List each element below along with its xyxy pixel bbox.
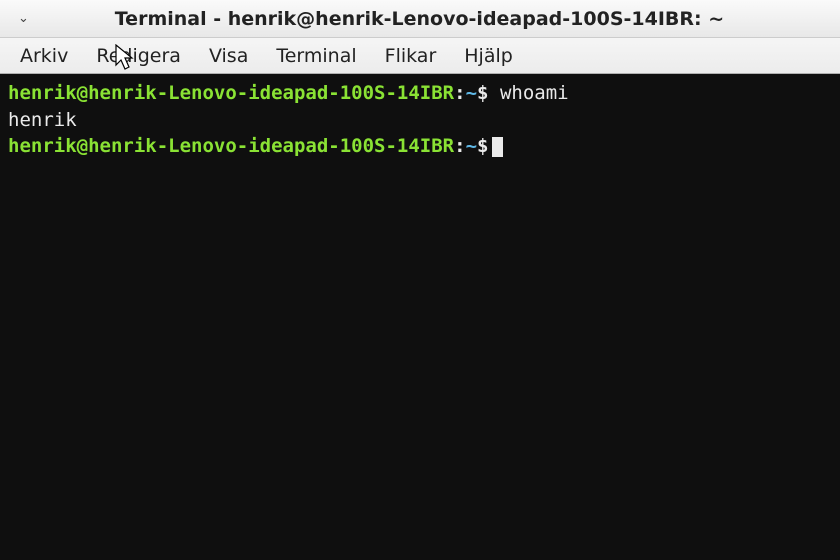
prompt-line-2: henrik@henrik-Lenovo-ideapad-100S-14IBR:… xyxy=(8,135,503,157)
prompt-userhost: henrik@henrik-Lenovo-ideapad-100S-14IBR xyxy=(8,82,454,104)
menu-flikar[interactable]: Flikar xyxy=(371,41,451,71)
menu-redigera[interactable]: Redigera xyxy=(82,41,195,71)
menu-hjalp[interactable]: Hjälp xyxy=(450,41,527,71)
terminal-output-area[interactable]: henrik@henrik-Lenovo-ideapad-100S-14IBR:… xyxy=(0,74,840,560)
prompt-colon: : xyxy=(454,135,465,157)
menu-terminal[interactable]: Terminal xyxy=(262,41,370,71)
menu-arkiv[interactable]: Arkiv xyxy=(6,41,82,71)
prompt-path: ~ xyxy=(466,82,477,104)
prompt-path: ~ xyxy=(466,135,477,157)
menu-visa[interactable]: Visa xyxy=(195,41,262,71)
titlebar[interactable]: ⌄ Terminal - henrik@henrik-Lenovo-ideapa… xyxy=(0,0,840,38)
window-menu-arrow-icon[interactable]: ⌄ xyxy=(14,9,33,28)
prompt-line-1: henrik@henrik-Lenovo-ideapad-100S-14IBR:… xyxy=(8,82,569,104)
menubar: Arkiv Redigera Visa Terminal Flikar Hjäl… xyxy=(0,38,840,74)
prompt-sigil: $ xyxy=(477,82,488,104)
prompt-colon: : xyxy=(454,82,465,104)
command-output: henrik xyxy=(8,109,77,131)
terminal-cursor xyxy=(492,137,503,157)
window-title: Terminal - henrik@henrik-Lenovo-ideapad-… xyxy=(43,8,826,30)
prompt-userhost: henrik@henrik-Lenovo-ideapad-100S-14IBR xyxy=(8,135,454,157)
prompt-sigil: $ xyxy=(477,135,488,157)
command-text: whoami xyxy=(500,82,569,104)
terminal-window: ⌄ Terminal - henrik@henrik-Lenovo-ideapa… xyxy=(0,0,840,560)
